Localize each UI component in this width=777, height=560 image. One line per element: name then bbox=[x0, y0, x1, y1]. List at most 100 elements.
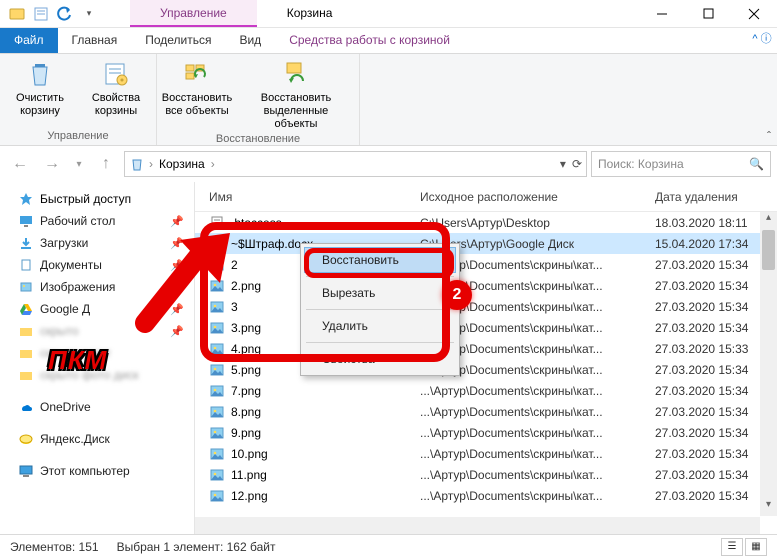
file-icon bbox=[209, 257, 225, 273]
context-delete[interactable]: Удалить bbox=[304, 313, 456, 339]
scroll-down-arrow[interactable]: ▾ bbox=[760, 499, 777, 516]
tab-recycle-tools[interactable]: Средства работы с корзиной bbox=[275, 28, 464, 53]
star-icon bbox=[18, 191, 34, 207]
nav-documents[interactable]: Документы 📌 bbox=[0, 254, 194, 276]
context-restore[interactable]: Восстановить bbox=[304, 247, 456, 273]
content-pane: Имя Исходное расположение Дата удаления … bbox=[195, 182, 777, 534]
nav-quick-access-label: Быстрый доступ bbox=[40, 192, 131, 206]
nav-pictures-label: Изображения bbox=[40, 280, 115, 294]
context-properties[interactable]: Свойства bbox=[304, 346, 456, 372]
nav-up-button[interactable]: ↑ bbox=[92, 150, 120, 178]
file-icon bbox=[209, 425, 225, 441]
file-date-deleted: 27.03.2020 15:34 bbox=[655, 489, 777, 503]
breadcrumb-sep[interactable]: › bbox=[149, 157, 153, 171]
scroll-thumb[interactable] bbox=[762, 230, 775, 270]
file-name: 3.png bbox=[231, 321, 261, 335]
restore-all-button[interactable]: Восстановить все объекты bbox=[165, 58, 229, 118]
google-drive-icon bbox=[18, 301, 34, 317]
file-icon bbox=[209, 320, 225, 336]
nav-this-pc[interactable]: Этот компьютер bbox=[0, 460, 194, 482]
ribbon-group-manage-label: Управление bbox=[8, 128, 148, 145]
ribbon-tabs: Файл Главная Поделиться Вид Средства раб… bbox=[0, 28, 777, 54]
column-location[interactable]: Исходное расположение bbox=[420, 190, 655, 204]
recycle-bin-properties-label: Свойства корзины bbox=[84, 92, 148, 118]
nav-back-button[interactable]: ← bbox=[6, 150, 34, 178]
file-row[interactable]: .htaccessC:\Users\Артур\Desktop18.03.202… bbox=[195, 212, 777, 233]
ribbon-help-button[interactable]: ^ ⓘ bbox=[747, 28, 777, 46]
nav-onedrive-label: OneDrive bbox=[40, 400, 91, 414]
file-date-deleted: 27.03.2020 15:33 bbox=[655, 342, 777, 356]
file-date-deleted: 27.03.2020 15:34 bbox=[655, 426, 777, 440]
nav-forward-button[interactable]: → bbox=[38, 150, 66, 178]
tab-home[interactable]: Главная bbox=[58, 28, 132, 53]
file-name: 5.png bbox=[231, 363, 261, 377]
file-row[interactable]: 8.png...\Артур\Documents\скрины\кат...27… bbox=[195, 401, 777, 422]
nav-desktop[interactable]: Рабочий стол 📌 bbox=[0, 210, 194, 232]
context-menu: Восстановить Вырезать Удалить Свойства bbox=[300, 243, 460, 376]
restore-selected-button[interactable]: Восстановить выделенные объекты bbox=[241, 58, 351, 131]
file-row[interactable]: 7.png...\Артур\Documents\скрины\кат...27… bbox=[195, 380, 777, 401]
column-name[interactable]: Имя bbox=[195, 190, 420, 204]
file-row[interactable]: 5.png...\Артур\Documents\скрины\кат...27… bbox=[195, 359, 777, 380]
search-input[interactable]: Поиск: Корзина 🔍 bbox=[591, 151, 771, 177]
context-separator bbox=[306, 309, 454, 310]
qat-undo-icon[interactable] bbox=[54, 3, 76, 25]
file-row[interactable]: ~$Штраф.docxC:\Users\Артур\Google Диск15… bbox=[195, 233, 777, 254]
file-row[interactable]: 2.png...\Артур\Documents\скрины\кат...27… bbox=[195, 275, 777, 296]
horizontal-scrollbar[interactable] bbox=[195, 517, 760, 534]
pin-icon: 📌 bbox=[170, 259, 184, 272]
tab-view[interactable]: Вид bbox=[225, 28, 275, 53]
breadcrumb-recycle-bin[interactable]: Корзина bbox=[157, 157, 207, 171]
column-date-deleted[interactable]: Дата удаления bbox=[655, 190, 777, 204]
file-name: 2.png bbox=[231, 279, 261, 293]
address-dropdown-icon[interactable]: ▾ bbox=[560, 157, 566, 171]
nav-quick-access[interactable]: Быстрый доступ bbox=[0, 188, 194, 210]
file-name: 9.png bbox=[231, 426, 261, 440]
file-row[interactable]: 3.png...\Артур\Documents\скрины\кат...27… bbox=[195, 317, 777, 338]
vertical-scrollbar[interactable]: ▴ ▾ bbox=[760, 212, 777, 516]
file-icon bbox=[209, 362, 225, 378]
address-bar[interactable]: › Корзина › ▾ ⟳ bbox=[124, 151, 587, 177]
file-row[interactable]: 3...\Артур\Documents\скрины\кат...27.03.… bbox=[195, 296, 777, 317]
maximize-button[interactable] bbox=[685, 0, 731, 28]
recycle-bin-properties-button[interactable]: Свойства корзины bbox=[84, 58, 148, 118]
empty-recycle-bin-button[interactable]: Очистить корзину bbox=[8, 58, 72, 118]
minimize-button[interactable] bbox=[639, 0, 685, 28]
file-row[interactable]: 9.png...\Артур\Documents\скрины\кат...27… bbox=[195, 422, 777, 443]
nav-item-redacted[interactable]: скрыто📌 bbox=[0, 320, 194, 342]
ribbon-collapse-button[interactable]: ˆ bbox=[761, 127, 777, 145]
quick-access-toolbar: ▾ bbox=[0, 3, 100, 25]
context-cut[interactable]: Вырезать bbox=[304, 280, 456, 306]
file-row[interactable]: 11.png...\Артур\Documents\скрины\кат...2… bbox=[195, 464, 777, 485]
yandex-disk-icon bbox=[18, 431, 34, 447]
view-large-icons-button[interactable]: ▦ bbox=[745, 538, 767, 556]
file-name: 7.png bbox=[231, 384, 261, 398]
nav-onedrive[interactable]: OneDrive bbox=[0, 396, 194, 418]
file-list: .htaccessC:\Users\Артур\Desktop18.03.202… bbox=[195, 212, 777, 534]
search-placeholder: Поиск: Корзина bbox=[598, 157, 684, 171]
qat-properties-icon[interactable] bbox=[30, 3, 52, 25]
qat-dropdown-icon[interactable]: ▾ bbox=[78, 3, 100, 25]
file-location: C:\Users\Артур\Desktop bbox=[420, 216, 655, 230]
tab-share[interactable]: Поделиться bbox=[131, 28, 225, 53]
tab-file[interactable]: Файл bbox=[0, 28, 58, 53]
nav-google-drive[interactable]: Google Д 📌 bbox=[0, 298, 194, 320]
file-row[interactable]: 10.png...\Артур\Documents\скрины\кат...2… bbox=[195, 443, 777, 464]
file-name: 3 bbox=[231, 300, 238, 314]
nav-yandex-disk[interactable]: Яндекс.Диск bbox=[0, 428, 194, 450]
nav-this-pc-label: Этот компьютер bbox=[40, 464, 130, 478]
file-date-deleted: 27.03.2020 15:34 bbox=[655, 384, 777, 398]
file-row[interactable]: 2...\Артур\Documents\скрины\кат...27.03.… bbox=[195, 254, 777, 275]
breadcrumb-sep[interactable]: › bbox=[211, 157, 215, 171]
file-date-deleted: 27.03.2020 15:34 bbox=[655, 447, 777, 461]
file-row[interactable]: 12.png...\Артур\Documents\скрины\кат...2… bbox=[195, 485, 777, 506]
nav-downloads[interactable]: Загрузки 📌 bbox=[0, 232, 194, 254]
view-details-button[interactable]: ☰ bbox=[721, 538, 743, 556]
nav-pictures[interactable]: Изображения 📌 bbox=[0, 276, 194, 298]
scroll-up-arrow[interactable]: ▴ bbox=[760, 212, 777, 229]
nav-google-drive-label: Google Д bbox=[40, 302, 90, 316]
file-row[interactable]: 4.png...\Артур\Documents\скрины\кат...27… bbox=[195, 338, 777, 359]
address-refresh-icon[interactable]: ⟳ bbox=[572, 157, 582, 171]
close-button[interactable] bbox=[731, 0, 777, 28]
nav-history-dropdown[interactable]: ▾ bbox=[70, 150, 88, 178]
